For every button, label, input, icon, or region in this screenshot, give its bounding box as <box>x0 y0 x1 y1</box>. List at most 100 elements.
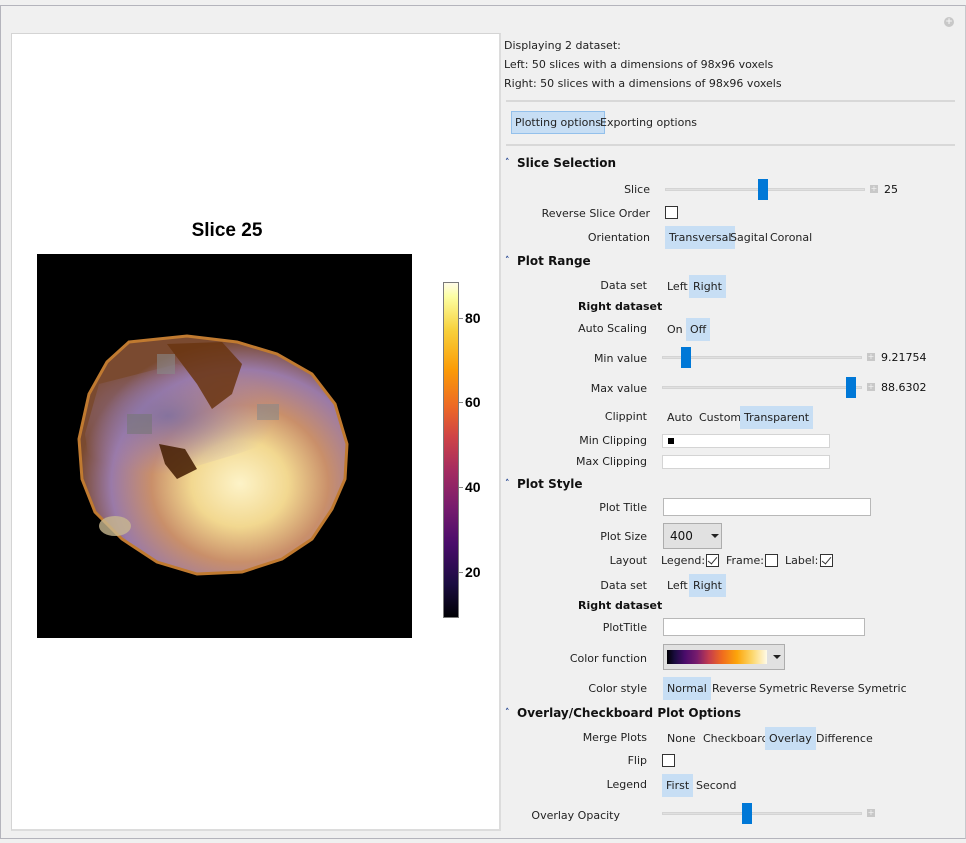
collapse-caret-icon[interactable]: ˄ <box>505 256 517 266</box>
slider-track <box>662 386 862 389</box>
grey-patch <box>127 414 152 434</box>
colorbar-tick-label: 80 <box>465 310 481 326</box>
plot-size-value: 400 <box>670 529 693 543</box>
collapse-caret-icon[interactable]: ˄ <box>505 479 517 489</box>
plot-panel: Slice 25 80 60 40 20 <box>11 33 501 831</box>
chevron-down-icon <box>773 655 781 659</box>
slider-thumb[interactable] <box>681 347 691 368</box>
section-plot-style[interactable]: ˄ Plot Style <box>505 477 583 491</box>
tab-exporting-options[interactable]: Exporting options <box>596 111 701 134</box>
clipping-custom[interactable]: Custom <box>695 406 745 429</box>
orientation-coronal[interactable]: Coronal <box>766 226 816 249</box>
autoscale-off[interactable]: Off <box>686 318 711 341</box>
section-title: Slice Selection <box>517 156 617 170</box>
chevron-down-icon <box>711 534 719 538</box>
plottitle-label: PlotTitle <box>602 621 647 634</box>
color-style-reverse[interactable]: Reverse <box>708 677 760 700</box>
info-line: Right: 50 slices with a dimensions of 98… <box>504 77 782 90</box>
collapse-caret-icon[interactable]: ˄ <box>505 708 517 718</box>
orientation-label: Orientation <box>587 231 650 244</box>
plot-size-dropdown[interactable]: 400 <box>663 523 722 549</box>
colorbar-tick <box>459 487 463 488</box>
tab-plotting-options[interactable]: Plotting options <box>511 111 606 134</box>
color-style-label: Color style <box>588 682 647 695</box>
slider-thumb[interactable] <box>758 179 768 200</box>
plus-icon[interactable]: + <box>867 353 875 361</box>
slice-image <box>37 254 412 638</box>
collapse-caret-icon[interactable]: ˄ <box>505 158 517 168</box>
orientation-transversal[interactable]: Transversal <box>665 226 736 249</box>
slice-slider[interactable] <box>665 179 865 200</box>
clipping-label: Clippint <box>604 410 647 423</box>
plus-circle-icon[interactable]: + <box>944 17 954 27</box>
slice-label: Slice <box>624 183 650 196</box>
auto-scaling-label: Auto Scaling <box>578 322 647 335</box>
section-title: Plot Style <box>517 477 583 491</box>
plus-icon[interactable]: + <box>867 809 875 817</box>
plus-icon[interactable]: + <box>867 383 875 391</box>
colorbar <box>443 282 459 618</box>
color-style-reverse-symetric[interactable]: Reverse Symetric <box>806 677 911 700</box>
flip-checkbox[interactable] <box>662 754 675 767</box>
max-clipping-label: Max Clipping <box>575 455 647 468</box>
colorbar-tick <box>459 572 463 573</box>
grey-patch <box>257 404 279 420</box>
slider-track <box>662 812 862 815</box>
style-dataset-left[interactable]: Left <box>663 574 692 597</box>
clipping-transparent[interactable]: Transparent <box>740 406 814 429</box>
dataset-heading: Right dataset <box>578 599 663 612</box>
slice-image-svg <box>77 334 349 576</box>
frame-checkbox[interactable] <box>765 554 778 567</box>
slice-value: 25 <box>884 183 898 196</box>
legend-second[interactable]: Second <box>692 774 740 797</box>
max-value: 88.6302 <box>881 381 927 394</box>
divider <box>506 100 955 102</box>
color-function-dropdown[interactable] <box>663 644 785 670</box>
dataset-plottitle-input[interactable] <box>663 618 865 636</box>
overlay-opacity-slider[interactable] <box>662 803 862 824</box>
color-gradient-swatch <box>667 650 767 664</box>
merge-difference[interactable]: Difference <box>812 727 877 750</box>
section-slice-selection[interactable]: ˄ Slice Selection <box>505 156 616 170</box>
info-line: Displaying 2 dataset: <box>504 39 621 52</box>
dataset-left[interactable]: Left <box>663 275 692 298</box>
overlay-opacity-label: Overlay Opacity <box>531 809 620 822</box>
colorbar-tick <box>459 402 463 403</box>
plot-size-label: Plot Size <box>600 530 647 543</box>
section-plot-range[interactable]: ˄ Plot Range <box>505 254 591 268</box>
merge-overlay[interactable]: Overlay <box>765 727 816 750</box>
max-clipping-color[interactable] <box>662 455 830 469</box>
plus-icon[interactable]: + <box>870 185 878 193</box>
bright-patch <box>99 516 131 536</box>
min-clipping-label: Min Clipping <box>579 434 647 447</box>
color-style-symetric[interactable]: Symetric <box>755 677 812 700</box>
colorbar-tick <box>459 318 463 319</box>
merge-checkboard[interactable]: Checkboard <box>699 727 773 750</box>
legend-checkbox[interactable] <box>706 554 719 567</box>
section-overlay[interactable]: ˄ Overlay/Checkboard Plot Options <box>505 706 741 720</box>
section-title: Overlay/Checkboard Plot Options <box>517 706 741 720</box>
legend-label: Legend <box>606 778 647 791</box>
slider-thumb[interactable] <box>742 803 752 824</box>
min-value: 9.21754 <box>881 351 927 364</box>
slider-thumb[interactable] <box>846 377 856 398</box>
autoscale-on[interactable]: On <box>663 318 687 341</box>
flip-label: Flip <box>627 754 647 767</box>
plot-title-input[interactable] <box>663 498 871 516</box>
clipping-auto[interactable]: Auto <box>663 406 697 429</box>
label-checkbox[interactable] <box>820 554 833 567</box>
plot-title-label: Plot Title <box>599 501 647 514</box>
reverse-slice-checkbox[interactable] <box>665 206 678 219</box>
orientation-sagital[interactable]: Sagital <box>726 226 772 249</box>
merge-none[interactable]: None <box>663 727 700 750</box>
frame-label: Frame: <box>726 554 764 567</box>
min-value-slider[interactable] <box>662 347 862 368</box>
color-style-normal[interactable]: Normal <box>663 677 711 700</box>
style-dataset-right[interactable]: Right <box>689 574 726 597</box>
plot-title: Slice 25 <box>191 220 263 241</box>
max-value-slider[interactable] <box>662 377 862 398</box>
legend-first[interactable]: First <box>662 774 694 797</box>
colorbar-tick-label: 60 <box>465 394 481 410</box>
min-clipping-color[interactable] <box>662 434 830 448</box>
dataset-right[interactable]: Right <box>689 275 726 298</box>
